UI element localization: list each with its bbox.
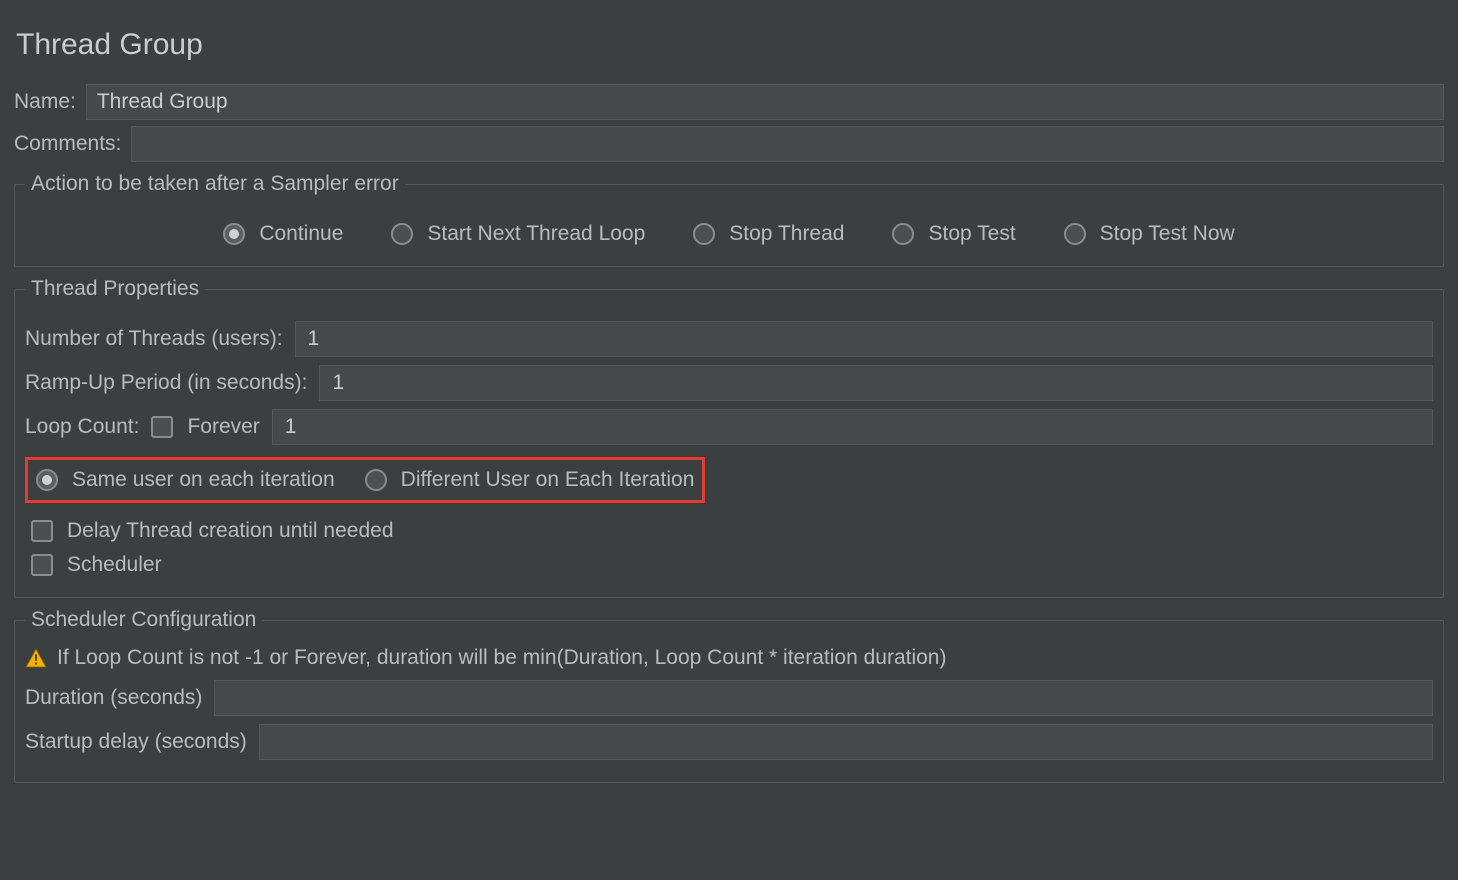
startup-delay-input[interactable] [259,724,1433,760]
scheduler-hint-text: If Loop Count is not -1 or Forever, dura… [57,646,946,670]
radio-icon [892,223,914,245]
radio-label: Same user on each iteration [72,468,335,492]
duration-row: Duration (seconds) [25,680,1433,716]
page-title: Thread Group [16,28,1444,62]
radio-icon [365,469,387,491]
forever-label: Forever [187,415,259,439]
warning-icon [25,648,47,668]
radio-start-next-thread-loop[interactable]: Start Next Thread Loop [391,222,645,246]
radio-stop-test-now[interactable]: Stop Test Now [1064,222,1235,246]
scheduler-config-group: Scheduler Configuration If Loop Count is… [14,608,1444,783]
thread-properties-group: Thread Properties Number of Threads (use… [14,277,1444,598]
name-input[interactable] [86,84,1444,120]
radio-stop-test[interactable]: Stop Test [892,222,1015,246]
comments-row: Comments: [14,126,1444,162]
num-threads-row: Number of Threads (users): [25,321,1433,357]
ramp-up-label: Ramp-Up Period (in seconds): [25,371,307,395]
radio-label: Start Next Thread Loop [427,222,645,246]
checkbox-icon [31,554,53,576]
name-row: Name: [14,84,1444,120]
sampler-error-legend: Action to be taken after a Sampler error [25,172,405,196]
radio-different-user[interactable]: Different User on Each Iteration [365,468,695,492]
duration-input[interactable] [214,680,1433,716]
radio-continue[interactable]: Continue [223,222,343,246]
sampler-error-options: Continue Start Next Thread Loop Stop Thr… [25,208,1433,252]
forever-checkbox[interactable]: Forever [151,415,259,439]
num-threads-input[interactable] [295,321,1433,357]
delay-thread-creation-checkbox[interactable]: Delay Thread creation until needed [31,519,394,543]
comments-label: Comments: [14,132,121,156]
name-label: Name: [14,90,76,114]
duration-label: Duration (seconds) [25,686,202,710]
loop-count-label: Loop Count: [25,415,139,439]
scheduler-checkbox[interactable]: Scheduler [31,553,162,577]
loop-count-row: Loop Count: Forever [25,409,1433,445]
sampler-error-group: Action to be taken after a Sampler error… [14,172,1444,267]
startup-delay-label: Startup delay (seconds) [25,730,247,754]
radio-icon [1064,223,1086,245]
startup-delay-row: Startup delay (seconds) [25,724,1433,760]
radio-icon [223,223,245,245]
scheduler-hint-row: If Loop Count is not -1 or Forever, dura… [25,646,1433,670]
radio-label: Stop Test [928,222,1015,246]
radio-icon [36,469,58,491]
checkbox-icon [151,416,173,438]
radio-label: Stop Test Now [1100,222,1235,246]
comments-input[interactable] [131,126,1444,162]
scheduler-label: Scheduler [67,553,162,577]
thread-properties-legend: Thread Properties [25,277,205,301]
radio-icon [693,223,715,245]
radio-label: Different User on Each Iteration [401,468,695,492]
radio-stop-thread[interactable]: Stop Thread [693,222,844,246]
radio-label: Stop Thread [729,222,844,246]
num-threads-label: Number of Threads (users): [25,327,283,351]
radio-same-user[interactable]: Same user on each iteration [36,468,335,492]
ramp-up-input[interactable] [319,365,1433,401]
checkbox-icon [31,520,53,542]
thread-group-panel: Thread Group Name: Comments: Action to b… [0,0,1458,793]
loop-count-input[interactable] [272,409,1433,445]
ramp-up-row: Ramp-Up Period (in seconds): [25,365,1433,401]
delay-thread-creation-label: Delay Thread creation until needed [67,519,394,543]
user-per-iteration-highlight: Same user on each iteration Different Us… [25,457,705,503]
radio-icon [391,223,413,245]
scheduler-config-legend: Scheduler Configuration [25,608,262,632]
radio-label: Continue [259,222,343,246]
